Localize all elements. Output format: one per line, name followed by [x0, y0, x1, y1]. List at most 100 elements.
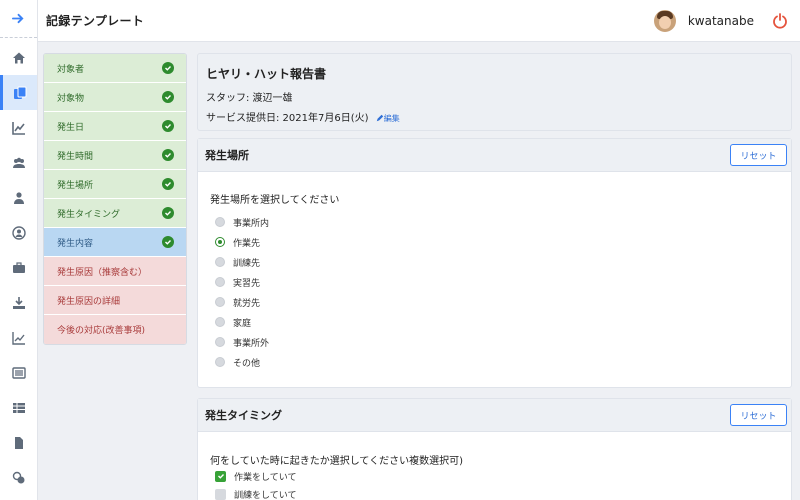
- coins-icon: [12, 471, 24, 483]
- option-label: 就労先: [233, 298, 261, 309]
- location-option[interactable]: 事業所内: [215, 215, 269, 229]
- check-circle-icon: [162, 120, 174, 132]
- step-label: 発生原因の詳細: [57, 296, 121, 307]
- step-item[interactable]: 発生内容: [44, 228, 186, 257]
- timing-heading: 発生タイミング: [198, 399, 791, 432]
- edit-link[interactable]: 編集: [376, 114, 400, 123]
- edit-chart-icon: [11, 121, 25, 135]
- avatar[interactable]: [653, 9, 676, 32]
- nav-home[interactable]: [0, 40, 37, 75]
- nav-download[interactable]: [0, 285, 37, 320]
- location-option[interactable]: 訓練先: [215, 255, 260, 269]
- nav-edit-chart[interactable]: [0, 110, 37, 145]
- step-item[interactable]: 発生原因の詳細: [44, 286, 186, 315]
- location-option[interactable]: 実習先: [215, 275, 260, 289]
- checkbox-checked[interactable]: [215, 470, 226, 482]
- location-reset-button[interactable]: リセット: [730, 144, 787, 166]
- username[interactable]: kwatanabe: [688, 14, 754, 28]
- radio-button[interactable]: [215, 217, 225, 227]
- option-label: その他: [233, 358, 261, 369]
- list-icon: [11, 366, 26, 379]
- nav-list[interactable]: [0, 355, 37, 390]
- nav-file[interactable]: [0, 425, 37, 460]
- download-icon: [12, 296, 25, 309]
- radio-button[interactable]: [215, 257, 225, 267]
- report-title: ヒヤリ・ハット報告書: [206, 67, 327, 81]
- radio-button[interactable]: [215, 297, 225, 307]
- nav-user[interactable]: [0, 180, 37, 215]
- logout-button[interactable]: [772, 12, 788, 29]
- step-list: 対象者 対象物 発生日 発生時間 発生場所 発生タイミング 発生内容 発生原因（…: [43, 53, 187, 345]
- check-circle-icon: [162, 62, 174, 74]
- step-label: 対象物: [57, 93, 85, 104]
- radio-button[interactable]: [215, 337, 225, 347]
- check-icon: [217, 474, 224, 479]
- location-heading: 発生場所: [198, 139, 791, 172]
- step-label: 発生場所: [57, 180, 94, 191]
- power-icon: [773, 12, 787, 29]
- option-label: 事業所内: [233, 218, 270, 229]
- step-item[interactable]: 発生日: [44, 112, 186, 141]
- option-label: 作業をしていて: [234, 472, 297, 483]
- line-chart-icon: [11, 331, 25, 345]
- check-circle-icon: [162, 178, 174, 190]
- briefcase-icon: [12, 261, 25, 273]
- page-title: 記録テンプレート: [46, 14, 145, 28]
- table-icon: [12, 402, 25, 413]
- step-label: 発生日: [57, 122, 85, 133]
- location-option[interactable]: 家庭: [215, 315, 251, 329]
- option-label: 訓練先: [233, 258, 261, 269]
- nav-analytics[interactable]: [0, 320, 37, 355]
- nav-records[interactable]: [0, 75, 37, 110]
- checkbox[interactable]: [215, 488, 226, 500]
- nav-profile[interactable]: [0, 215, 37, 250]
- staff-name: スタッフ: 渡辺一雄: [206, 93, 293, 104]
- nav-table[interactable]: [0, 390, 37, 425]
- nav-billing[interactable]: [0, 460, 37, 495]
- timing-reset-button[interactable]: リセット: [730, 404, 787, 426]
- expand-nav-button[interactable]: [0, 0, 37, 38]
- timing-option[interactable]: 作業をしていて: [215, 469, 296, 483]
- location-card: 発生場所 リセット 発生場所を選択してください 事業所内 作業先 訓練先 実習先…: [197, 138, 792, 388]
- service-date-row: サービス提供日: 2021年7月6日(火) 編集: [206, 109, 400, 124]
- pencil-icon: [376, 114, 383, 122]
- location-option[interactable]: その他: [215, 355, 260, 369]
- file-icon: [14, 436, 23, 449]
- timing-question: 何をしていた時に起きたか選択してください複数選択可): [210, 456, 464, 467]
- check-circle-icon: [162, 149, 174, 161]
- step-item[interactable]: 今後の対応(改善事項): [44, 315, 186, 344]
- step-item[interactable]: 発生場所: [44, 170, 186, 199]
- option-label: 家庭: [233, 318, 252, 329]
- radio-button[interactable]: [215, 317, 225, 327]
- step-label: 発生時間: [57, 151, 94, 162]
- location-option[interactable]: 作業先: [215, 235, 260, 249]
- step-label: 今後の対応(改善事項): [57, 326, 146, 336]
- step-item[interactable]: 発生時間: [44, 141, 186, 170]
- radio-button-selected[interactable]: [215, 237, 225, 247]
- step-label: 対象者: [57, 64, 85, 75]
- nav-briefcase[interactable]: [0, 250, 37, 285]
- top-header: 記録テンプレート kwatanabe: [38, 0, 800, 42]
- copy-icon: [14, 86, 27, 99]
- check-circle-icon: [162, 91, 174, 103]
- option-label: 作業先: [233, 238, 261, 249]
- step-label: 発生内容: [57, 238, 94, 249]
- option-label: 事業所外: [233, 338, 270, 349]
- nav-users[interactable]: [0, 145, 37, 180]
- step-item[interactable]: 発生原因（推察含む）: [44, 257, 186, 286]
- home-icon: [12, 52, 25, 63]
- location-option[interactable]: 就労先: [215, 295, 260, 309]
- location-option[interactable]: 事業所外: [215, 335, 269, 349]
- user-circle-icon: [11, 225, 26, 240]
- radio-button[interactable]: [215, 277, 225, 287]
- step-item[interactable]: 対象者: [44, 54, 186, 83]
- option-label: 実習先: [233, 278, 261, 289]
- step-item[interactable]: 対象物: [44, 83, 186, 112]
- check-circle-icon: [162, 207, 174, 219]
- step-item[interactable]: 発生タイミング: [44, 199, 186, 228]
- location-question: 発生場所を選択してください: [210, 195, 340, 206]
- radio-button[interactable]: [215, 357, 225, 367]
- service-date: サービス提供日: 2021年7月6日(火): [206, 113, 369, 124]
- timing-option[interactable]: 訓練をしていて: [215, 487, 296, 500]
- option-label: 訓練をしていて: [234, 490, 297, 500]
